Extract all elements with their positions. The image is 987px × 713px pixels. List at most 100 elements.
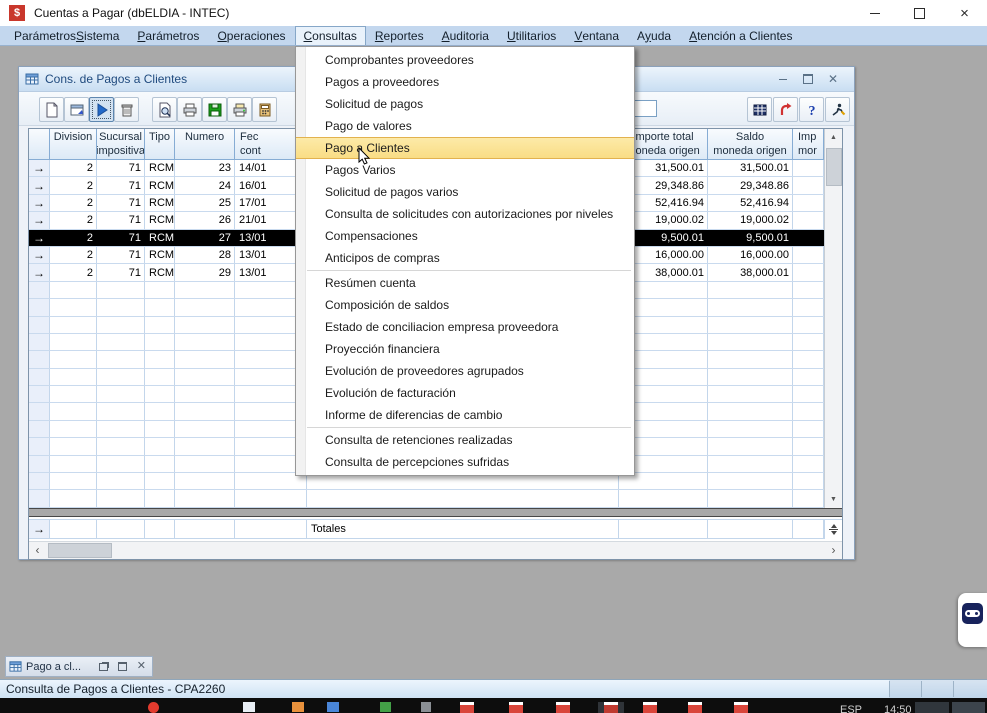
scroll-up-button[interactable]: ▲ (825, 129, 842, 146)
taskbar-icon[interactable] (509, 702, 523, 713)
dropdown-item-comprobantes-proveedores[interactable]: Comprobantes proveedores (296, 49, 634, 71)
taskbar-icon[interactable] (327, 702, 339, 712)
menu-operaciones[interactable]: Operaciones (208, 26, 294, 45)
dropdown-item-pago-de-valores[interactable]: Pago de valores (296, 115, 634, 137)
taskbar-icon[interactable] (952, 702, 985, 713)
table-row-empty[interactable] (29, 490, 824, 507)
dropdown-item-estado-de-conciliacion-empresa-proveedora[interactable]: Estado de conciliacion empresa proveedor… (296, 316, 634, 338)
dropdown-item-evolucion-de-proveedores-agrupados[interactable]: Evolución de proveedores agrupados (296, 360, 634, 382)
minimized-window-pago-a-clientes[interactable]: Pago a cl... ✕ (5, 656, 153, 677)
close-button[interactable]: × (942, 0, 987, 26)
menu-atencion-a-clientes[interactable]: Atención a Clientes (680, 26, 801, 45)
edit-record-button[interactable] (64, 97, 89, 122)
dropdown-item-pagos-a-proveedores[interactable]: Pagos a proveedores (296, 71, 634, 93)
taskbar-icon[interactable] (243, 702, 255, 712)
os-taskbar[interactable]: ESP 14:50 (0, 698, 987, 713)
column-header-sucursal[interactable]: Sucursalimpositiva (97, 129, 145, 160)
scroll-down-button[interactable]: ▼ (825, 491, 842, 508)
scroll-left-button[interactable]: ‹ (29, 542, 46, 559)
maximize-button[interactable] (118, 662, 127, 671)
print-preview-button[interactable] (152, 97, 177, 122)
dropdown-item-proyeccion-financiera[interactable]: Proyección financiera (296, 338, 634, 360)
grid-cell-sucursal (97, 473, 145, 489)
column-header-imp_partial[interactable]: Impmor (793, 129, 824, 160)
mdi-close-button[interactable]: ✕ (826, 72, 840, 86)
menu-reportes[interactable]: Reportes (366, 26, 433, 45)
dropdown-item-consulta-de-solicitudes-con-autorizaciones-por-niveles[interactable]: Consulta de solicitudes con autorizacion… (296, 203, 634, 225)
dropdown-item-solicitud-de-pagos[interactable]: Solicitud de pagos (296, 93, 634, 115)
taskbar-icon[interactable] (734, 702, 748, 713)
grid-cell-imp_partial (793, 299, 824, 315)
app-titlebar: $ Cuentas a Pagar (dbELDIA - INTEC) × (0, 0, 987, 26)
menu-ventana[interactable]: Ventana (565, 26, 628, 45)
dropdown-item-solicitud-de-pagos-varios[interactable]: Solicitud de pagos varios (296, 181, 634, 203)
dropdown-item-consulta-de-retenciones-realizadas[interactable]: Consulta de retenciones realizadas (296, 429, 634, 451)
remote-support-tab[interactable] (958, 593, 987, 647)
minimize-button[interactable] (852, 0, 897, 26)
dropdown-item-evolucion-de-facturacion[interactable]: Evolución de facturación (296, 382, 634, 404)
taskbar-icon[interactable] (380, 702, 391, 712)
dropdown-item-informe-de-diferencias-de-cambio[interactable]: Informe de diferencias de cambio (296, 404, 634, 426)
undo-button[interactable] (773, 97, 798, 122)
mdi-minimize-button[interactable] (776, 72, 790, 86)
taskbar-icon[interactable] (643, 702, 657, 713)
menu-ayuda[interactable]: Ayuda (628, 26, 680, 45)
grid-cell-division (50, 299, 97, 315)
dropdown-item-composicion-de-saldos[interactable]: Composición de saldos (296, 294, 634, 316)
taskbar-icon[interactable] (556, 702, 570, 713)
help-button[interactable]: ? (799, 97, 824, 122)
taskbar-icon[interactable] (604, 702, 618, 713)
column-header-tipo[interactable]: Tipo (145, 129, 175, 160)
grid-cell-tipo: RCM (145, 247, 175, 263)
column-header-indicator[interactable] (29, 129, 50, 160)
taskbar-icon[interactable] (688, 702, 702, 713)
maximize-button[interactable] (897, 0, 942, 26)
column-header-saldo[interactable]: Saldomoneda origen (708, 129, 793, 160)
grid-cell-division (50, 421, 97, 437)
taskbar-icon[interactable] (421, 702, 431, 712)
run-query-button[interactable] (89, 97, 114, 122)
menu-parametros-sistema[interactable]: Parámetros Sistema (5, 26, 128, 45)
dropdown-item-anticipos-de-compras[interactable]: Anticipos de compras (296, 247, 634, 269)
dropdown-item-consulta-de-percepciones-sufridas[interactable]: Consulta de percepciones sufridas (296, 451, 634, 473)
menu-utilitarios[interactable]: Utilitarios (498, 26, 565, 45)
taskbar-icon[interactable] (292, 702, 304, 712)
menu-consultas[interactable]: Consultas (295, 26, 366, 45)
grid-cell-imp_partial (793, 351, 824, 367)
taskbar-icon[interactable] (148, 702, 159, 713)
language-indicator[interactable]: ESP (840, 704, 862, 713)
clock[interactable]: 14:50 (884, 704, 912, 713)
horizontal-scrollbar[interactable]: ‹ › (29, 541, 842, 559)
save-button[interactable] (202, 97, 227, 122)
dropdown-item-pagos-varios[interactable]: Pagos Varios (296, 159, 634, 181)
dropdown-item-compensaciones[interactable]: Compensaciones (296, 225, 634, 247)
horizontal-scroll-thumb[interactable] (48, 543, 112, 558)
menu-parametros[interactable]: Parámetros (128, 26, 208, 45)
taskbar-icon[interactable] (460, 702, 474, 713)
close-button[interactable]: ✕ (137, 661, 146, 672)
grid-cell-indicator: → (29, 177, 50, 193)
totals-spinner[interactable] (824, 520, 842, 539)
vertical-scroll-thumb[interactable] (826, 148, 842, 186)
exit-run-button[interactable] (825, 97, 850, 122)
grid-cell-indicator (29, 369, 50, 385)
print-color-button[interactable] (227, 97, 252, 122)
mdi-maximize-button[interactable] (801, 72, 815, 86)
grid-view-button[interactable] (747, 97, 772, 122)
taskbar-icon[interactable] (915, 702, 949, 713)
column-header-numero[interactable]: Numero (175, 129, 235, 160)
delete-record-button[interactable] (114, 97, 139, 122)
restore-button[interactable] (99, 663, 108, 671)
scroll-right-button[interactable]: › (825, 542, 842, 559)
menu-auditoria[interactable]: Auditoria (433, 26, 498, 45)
vertical-scrollbar[interactable]: ▲ ▼ (824, 129, 842, 508)
new-record-button[interactable] (39, 97, 64, 122)
grid-cell-tipo: RCM (145, 264, 175, 280)
dropdown-item-resumen-cuenta[interactable]: Resúmen cuenta (296, 272, 634, 294)
dropdown-item-pago-a-clientes[interactable]: Pago a Clientes (296, 137, 634, 159)
column-header-division[interactable]: Division (50, 129, 97, 160)
grid-cell-saldo (708, 456, 793, 472)
report-book-button[interactable] (252, 97, 277, 122)
grid-cell-tipo: RCM (145, 160, 175, 176)
print-button[interactable] (177, 97, 202, 122)
